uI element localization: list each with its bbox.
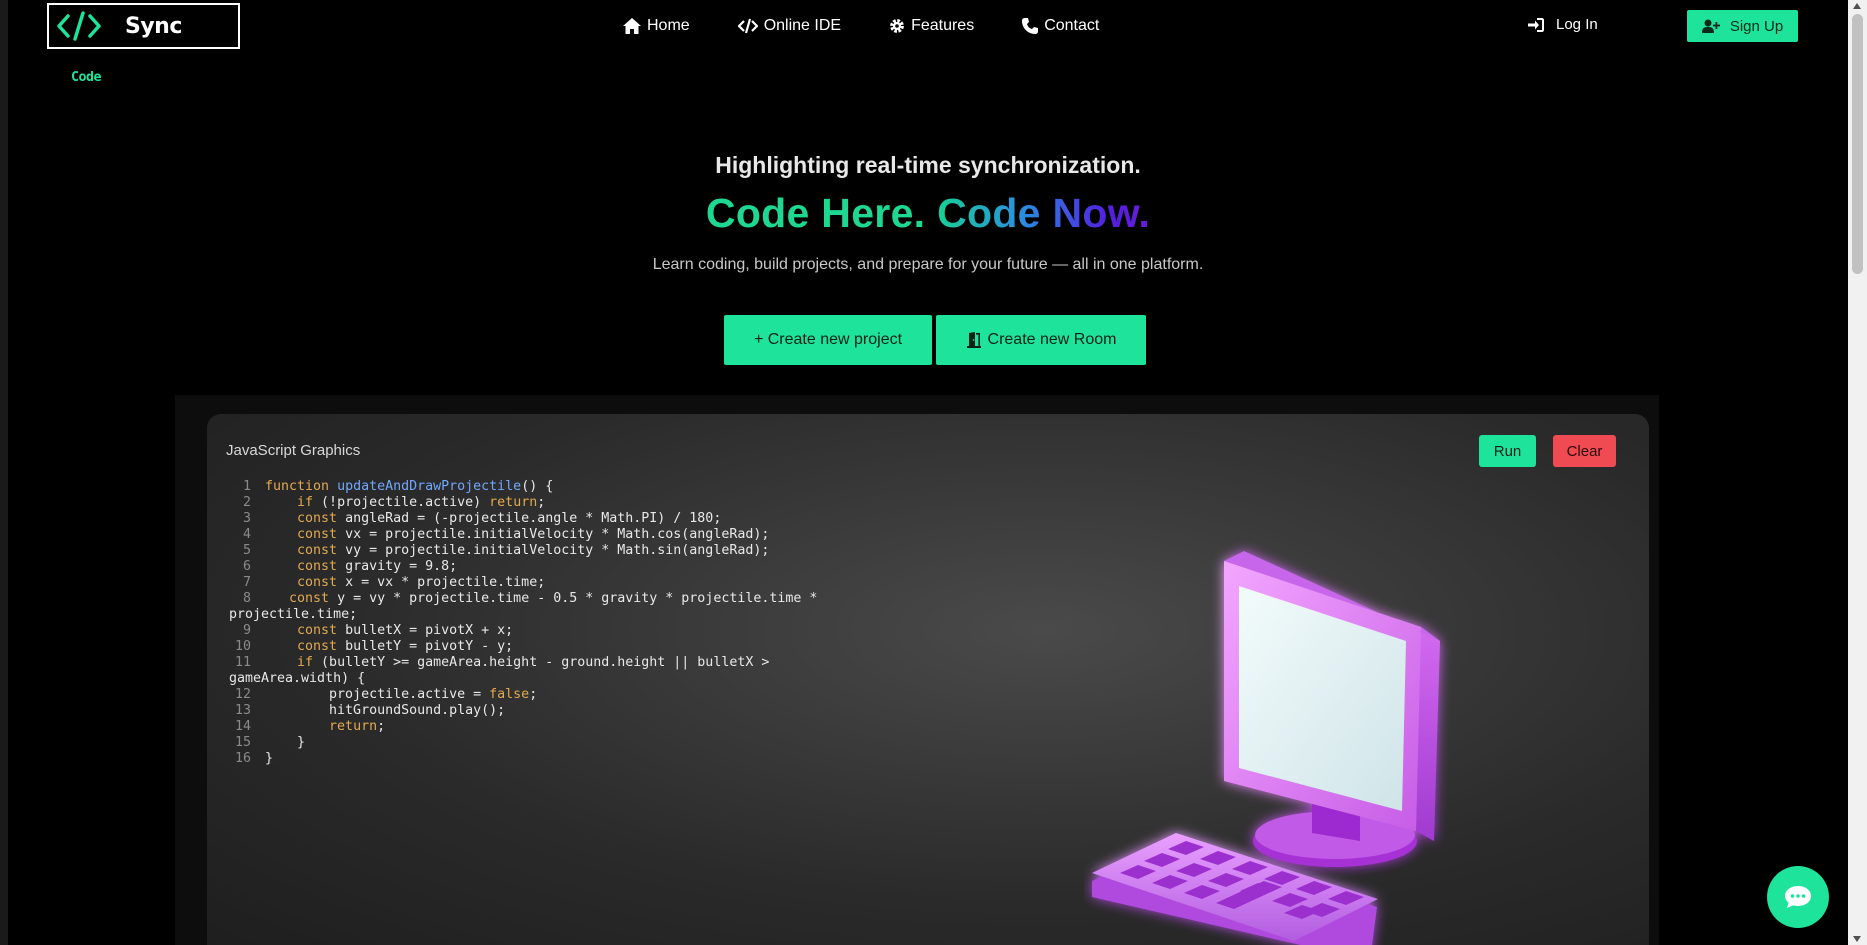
signup-label: Sign Up [1729,17,1784,35]
logo-text-sync: Sync [125,13,182,39]
scroll-up-icon[interactable] [1853,3,1861,9]
create-project-button[interactable]: + Create new project [724,315,932,365]
hero-actions: + Create new project Create new Room [724,315,1146,365]
code-brackets-icon [57,11,101,41]
home-icon [623,18,641,34]
nav-item-contact-label: Contact [1044,17,1100,34]
scrollbar-thumb[interactable] [1852,14,1863,274]
hero-title: Code Here. Code Now. [8,190,1848,237]
login-link[interactable]: Log In [1528,16,1598,33]
login-label: Log In [1556,16,1598,33]
nav-item-home[interactable]: Home [623,14,690,38]
signup-button[interactable]: Sign Up [1687,10,1798,42]
editor-title: JavaScript Graphics [226,442,361,459]
editor-card: JavaScript Graphics Run Clear 1 function … [207,414,1649,945]
clear-button[interactable]: Clear [1553,435,1616,467]
scroll-down-icon[interactable] [1853,936,1861,942]
nav-item-online-ide[interactable]: Online IDE [737,14,842,38]
page-scrollbar[interactable] [1848,0,1867,945]
code-icon [737,18,758,34]
chat-icon [1785,886,1811,908]
create-room-button[interactable]: Create new Room [936,315,1146,365]
login-icon [1528,17,1544,32]
door-icon [966,332,981,348]
code-editor[interactable]: 1 function updateAndDrawProjectile() { 2 … [229,479,817,767]
add-user-icon [1701,19,1720,33]
hero-title-part2: Code Now. [937,190,1151,236]
nav-item-features-label: Features [911,17,975,34]
computer-illustration [1092,551,1440,945]
hero-description: Learn coding, build projects, and prepar… [652,256,1204,273]
create-room-label: Create new Room [987,331,1117,348]
hero-title-part1: Code Here. [705,190,926,236]
nav-item-home-label: Home [647,17,690,34]
gear-icon [890,19,904,33]
window-edge [0,0,8,945]
logo-text: Sync Code [71,13,182,86]
nav-item-contact[interactable]: Contact [1022,14,1099,38]
run-button[interactable]: Run [1479,435,1536,467]
phone-icon [1022,18,1039,34]
main-nav: Home Online IDE Features Contact [623,14,1147,38]
nav-item-features[interactable]: Features [889,14,974,38]
hero-subtitle: Highlighting real-time synchronization. [715,152,1141,178]
chat-button[interactable] [1767,866,1829,928]
logo[interactable]: Sync Code [47,3,240,86]
logo-text-code: Code [71,70,102,85]
nav-item-online-ide-label: Online IDE [763,17,842,34]
